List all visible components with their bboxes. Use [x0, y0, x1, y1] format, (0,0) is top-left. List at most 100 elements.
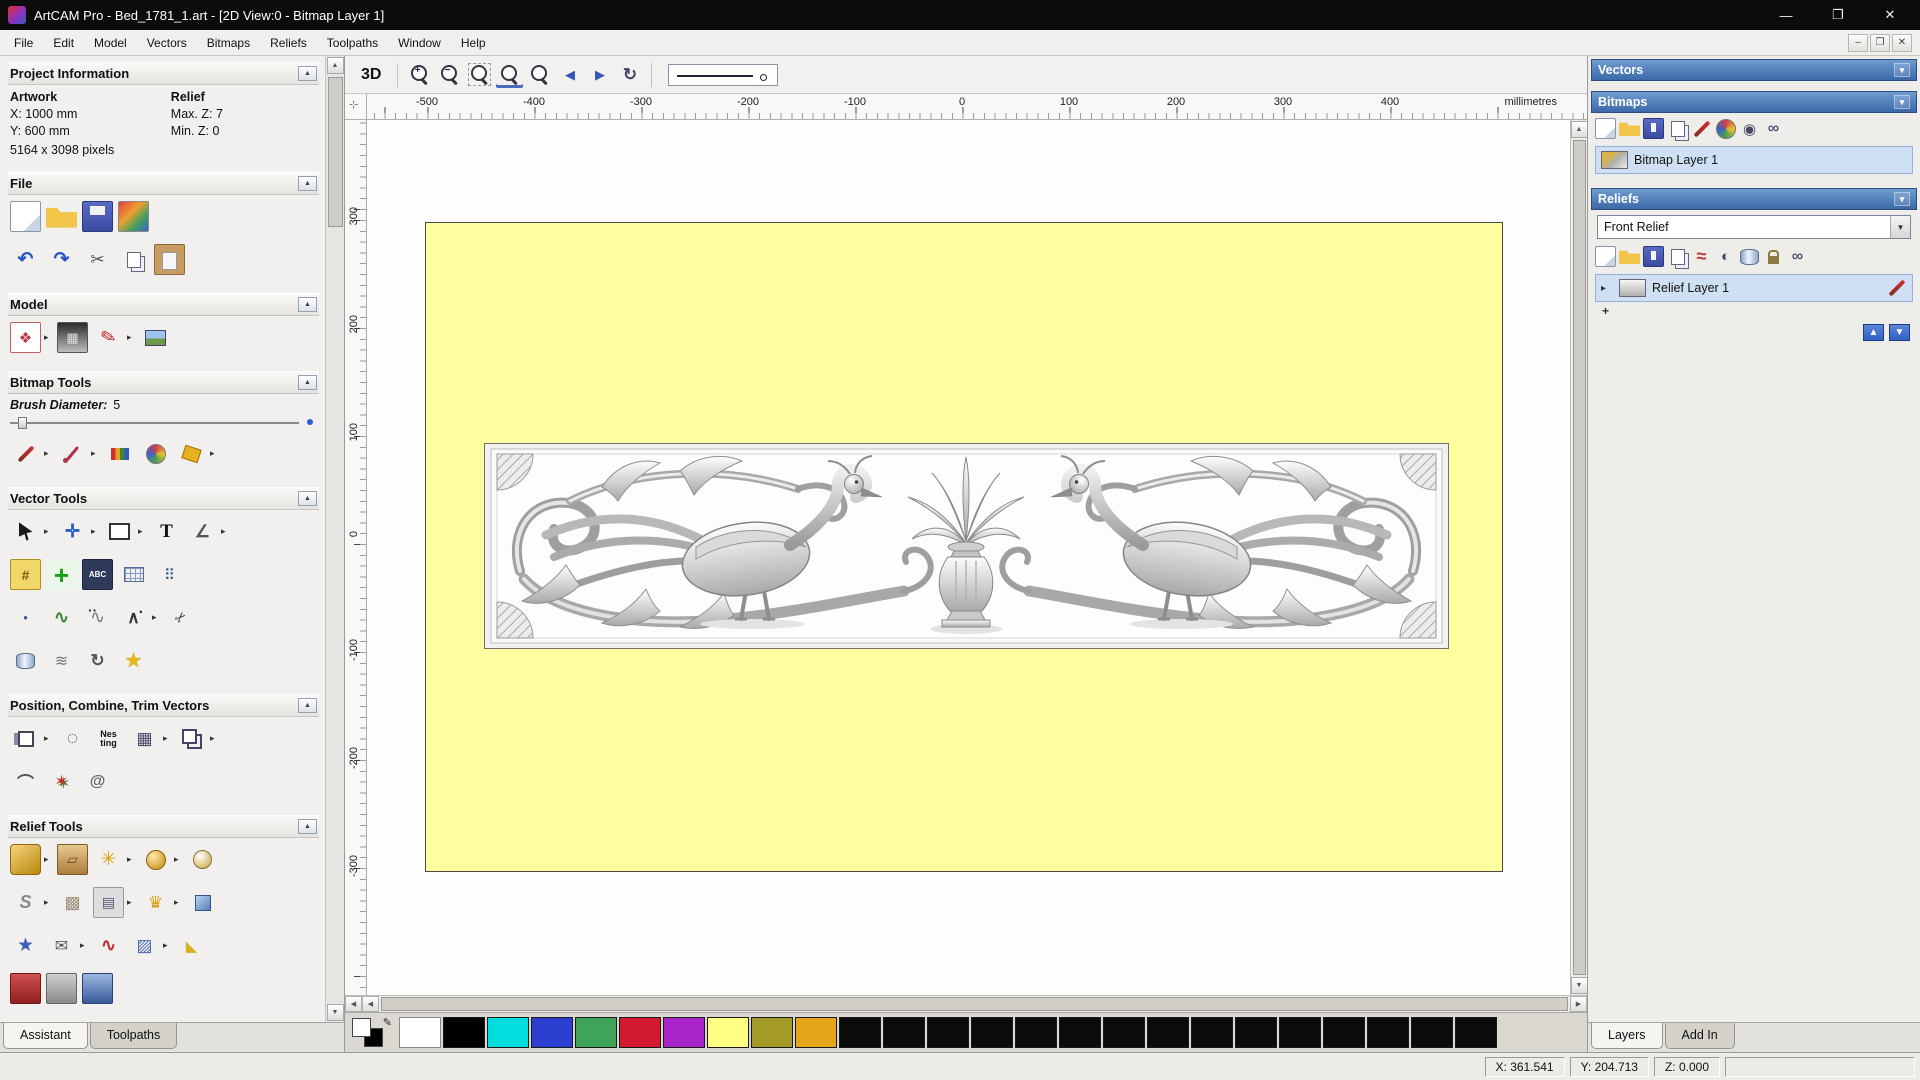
palette-swatch-18[interactable] [1191, 1017, 1233, 1048]
rectangle-icon[interactable] [104, 516, 135, 547]
move-layer-down-button[interactable]: ▼ [1889, 324, 1910, 341]
line-style-preview-dropdown[interactable] [668, 63, 779, 86]
blue-tool-icon[interactable] [82, 973, 113, 1004]
flood-fill-icon[interactable] [176, 438, 207, 469]
new-model-icon[interactable] [10, 201, 41, 232]
brush-diameter-slider[interactable] [10, 414, 313, 430]
fan-icon[interactable] [93, 844, 124, 875]
sphere-icon[interactable] [187, 844, 218, 875]
node-icon[interactable] [10, 602, 41, 633]
plane-icon[interactable] [57, 844, 88, 875]
colour-picker-icon[interactable] [57, 438, 88, 469]
close-button[interactable]: ✕ [1868, 3, 1912, 27]
relief-tools-collapse-button[interactable]: ▲ [298, 819, 317, 834]
shape-icon[interactable] [140, 844, 171, 875]
position-collapse-button[interactable]: ▲ [298, 698, 317, 713]
palette-swatch-22[interactable] [1367, 1017, 1409, 1048]
adjust-colours-icon[interactable] [1715, 118, 1736, 139]
minimize-button[interactable]: — [1764, 3, 1808, 27]
polyline-flyout-arrow[interactable]: ▸ [152, 612, 160, 623]
block-copy-flyout-arrow[interactable]: ▸ [163, 733, 171, 744]
primary-secondary-colour-indicator[interactable]: ✎ [350, 1016, 394, 1050]
model-size-icon[interactable] [10, 322, 41, 353]
bitmap-tools-collapse-button[interactable]: ▲ [298, 375, 317, 390]
view-left-icon[interactable] [556, 61, 583, 88]
tab-toolpaths[interactable]: Toolpaths [89, 1023, 178, 1049]
fan-flyout-arrow[interactable]: ▸ [127, 854, 135, 865]
trim-icon[interactable] [165, 602, 196, 633]
file-collapse-button[interactable]: ▲ [298, 176, 317, 191]
palette-swatch-17[interactable] [1147, 1017, 1189, 1048]
canvas-scroll-up-button[interactable]: ▲ [1570, 121, 1588, 138]
palette-swatch-24[interactable] [1455, 1017, 1497, 1048]
scale-relief-icon[interactable] [1739, 246, 1760, 267]
add-relief-layer-button[interactable]: + [1602, 304, 1616, 318]
vector-tools-collapse-button[interactable]: ▲ [298, 491, 317, 506]
circular-copy-icon[interactable] [57, 723, 88, 754]
link-layers-icon[interactable] [1763, 118, 1784, 139]
rectangle-flyout-arrow[interactable]: ▸ [138, 526, 146, 537]
menu-model[interactable]: Model [84, 32, 137, 54]
chevron-down-icon[interactable]: ▼ [1890, 216, 1910, 238]
canvas-scroll-right-button[interactable]: ▶ [1570, 996, 1587, 1012]
palette-swatch-2[interactable] [487, 1017, 529, 1048]
mdi-restore-button[interactable]: ❐ [1870, 33, 1890, 52]
open-file-icon[interactable] [46, 207, 77, 228]
paste-icon[interactable] [154, 244, 185, 275]
relief-selector-dropdown[interactable]: Front Relief ▼ [1597, 215, 1911, 239]
smooth-flyout-arrow[interactable]: ▸ [44, 897, 52, 908]
palette-swatch-5[interactable] [619, 1017, 661, 1048]
align-flyout-arrow[interactable]: ▸ [44, 733, 52, 744]
envelope-flyout-arrow[interactable]: ▸ [80, 940, 88, 951]
slider-track[interactable] [10, 422, 299, 424]
canvas-vscroll-thumb[interactable] [1572, 140, 1586, 975]
texture-icon[interactable] [129, 930, 160, 961]
stamp-icon[interactable] [93, 887, 124, 918]
menu-reliefs[interactable]: Reliefs [260, 32, 317, 54]
menu-window[interactable]: Window [388, 32, 451, 54]
canvas-scroll-left-button[interactable]: ◀ [362, 996, 379, 1012]
undo-icon[interactable] [10, 244, 41, 275]
palette-swatch-14[interactable] [1015, 1017, 1057, 1048]
panel-toggle-button[interactable]: ◀ [345, 996, 362, 1012]
cube-icon[interactable] [187, 887, 218, 918]
weld-icon[interactable] [46, 766, 77, 797]
wave-red-icon[interactable] [93, 930, 124, 961]
model-artboard[interactable] [425, 222, 1503, 872]
grid-icon[interactable] [118, 559, 149, 590]
bezier-icon[interactable] [82, 602, 113, 633]
measure-icon[interactable] [187, 516, 218, 547]
palette-swatch-21[interactable] [1323, 1017, 1365, 1048]
zoom-out-icon[interactable]: − [436, 61, 463, 88]
paint-all-icon[interactable] [104, 438, 135, 469]
slider-thumb[interactable] [18, 417, 27, 429]
snap-icon[interactable] [10, 559, 41, 590]
flood-fill-flyout-arrow[interactable]: ▸ [210, 448, 218, 459]
wave-icon[interactable] [46, 602, 77, 633]
show-hide-icon[interactable] [1739, 118, 1760, 139]
star3d-icon[interactable] [10, 930, 41, 961]
group-flyout-arrow[interactable]: ▸ [210, 733, 218, 744]
paste-cross-icon[interactable] [46, 559, 77, 590]
palette-swatch-13[interactable] [971, 1017, 1013, 1048]
copy-relief-icon[interactable] [1667, 246, 1688, 267]
revolve-icon[interactable] [82, 645, 113, 676]
smooth-red-icon[interactable] [1691, 246, 1712, 267]
spiral-icon[interactable] [82, 766, 113, 797]
assistant-scrollbar[interactable]: ▲ ▼ [325, 56, 344, 1022]
align-icon[interactable] [10, 723, 41, 754]
sculpt-icon[interactable] [93, 322, 124, 353]
open-bitmap-icon[interactable] [1619, 122, 1640, 137]
shape-flyout-arrow[interactable]: ▸ [174, 854, 182, 865]
menu-edit[interactable]: Edit [43, 32, 84, 54]
drawing-canvas[interactable] [367, 120, 1570, 995]
macro-icon[interactable] [118, 201, 149, 232]
save-icon[interactable] [82, 201, 113, 232]
paint-icon[interactable] [10, 438, 41, 469]
palette-swatch-8[interactable] [751, 1017, 793, 1048]
grey-tool-icon[interactable] [46, 973, 77, 1004]
zoom-page-icon[interactable] [496, 61, 523, 88]
model-collapse-button[interactable]: ▲ [298, 297, 317, 312]
weave-icon[interactable] [57, 887, 88, 918]
palette-icon[interactable] [140, 438, 171, 469]
